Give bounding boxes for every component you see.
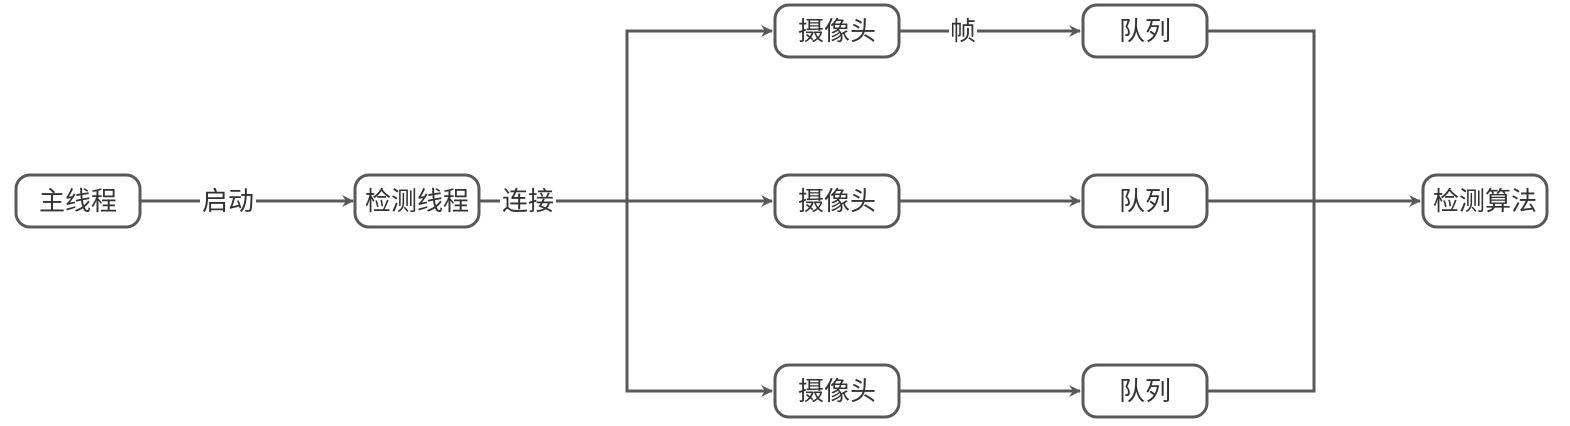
edge-label-frame: 帧: [950, 17, 976, 47]
edge-detect-to-camera-1: [625, 25, 773, 201]
node-queue-3: 队列: [1081, 363, 1209, 419]
node-camera-1-label: 摄像头: [798, 17, 876, 47]
node-main-thread: 主线程: [14, 173, 142, 229]
node-queue-1-label: 队列: [1119, 17, 1171, 47]
node-detect-thread: 检测线程: [353, 173, 481, 229]
flow-diagram: 启动 连接 帧 主线程 检测线程 摄像头 摄像头 摄像头 队列 队列 队列 检测…: [14, 3, 1549, 419]
node-detect-algorithm-label: 检测算法: [1433, 187, 1537, 217]
node-queue-3-label: 队列: [1119, 377, 1171, 407]
node-camera-2-label: 摄像头: [798, 187, 876, 217]
node-camera-3-label: 摄像头: [798, 377, 876, 407]
node-camera-3: 摄像头: [773, 363, 901, 419]
node-detect-thread-label: 检测线程: [365, 187, 469, 217]
edge-queue-3-to-algorithm: [1207, 201, 1316, 393]
node-queue-1: 队列: [1081, 3, 1209, 59]
node-queue-2: 队列: [1081, 173, 1209, 229]
node-camera-2: 摄像头: [773, 173, 901, 229]
edge-detect-to-camera-3: [625, 201, 773, 397]
node-camera-1: 摄像头: [773, 3, 901, 59]
node-queue-2-label: 队列: [1119, 187, 1171, 217]
edge-queue-1-to-algorithm: [1207, 29, 1316, 201]
edge-label-connect: 连接: [502, 187, 554, 217]
node-detect-algorithm: 检测算法: [1421, 173, 1549, 229]
edge-label-start: 启动: [202, 187, 254, 217]
node-main-thread-label: 主线程: [39, 187, 117, 217]
